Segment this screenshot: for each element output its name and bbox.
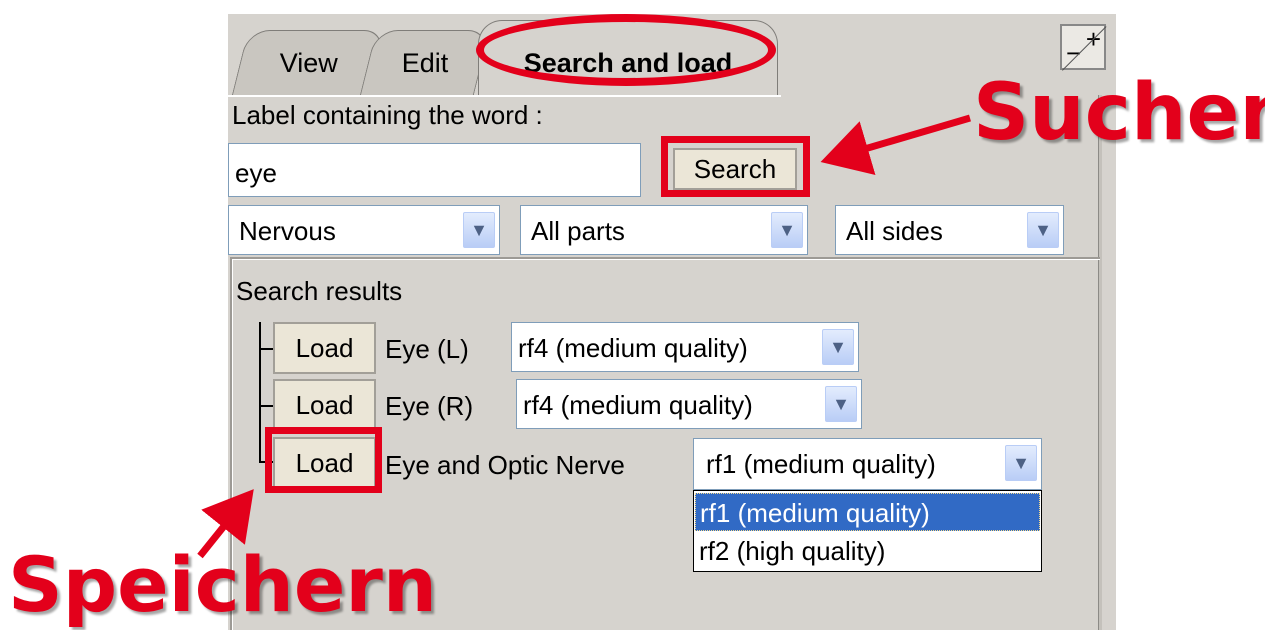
annotation-arrows [197, 114, 971, 559]
arrow-to-load [197, 489, 254, 559]
arrow-to-search [820, 114, 971, 175]
